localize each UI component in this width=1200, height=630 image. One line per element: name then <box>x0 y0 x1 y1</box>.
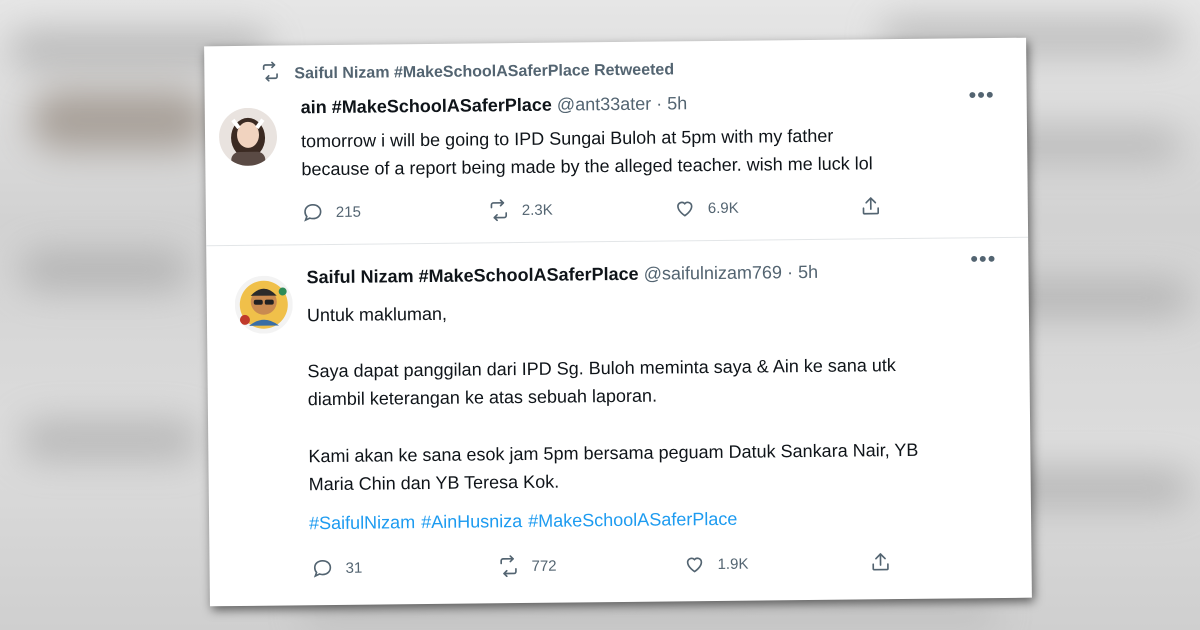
hashtag-link[interactable]: #AinHusniza <box>421 511 522 533</box>
like-button[interactable]: 1.9K <box>683 551 869 575</box>
more-options-icon[interactable]: ••• <box>970 246 996 272</box>
tweet-timestamp[interactable]: 5h <box>667 93 687 113</box>
avatar-ain[interactable] <box>218 107 278 167</box>
tweet-text-paragraph-3: Kami akan ke sana esok jam 5pm bersama p… <box>308 439 919 495</box>
retweet-count: 2.3K <box>521 201 553 219</box>
tweet-text: tomorrow i will be going to IPD Sungai B… <box>300 125 873 180</box>
reply-count: 31 <box>345 559 363 577</box>
share-button[interactable] <box>860 194 1032 218</box>
retweet-count: 772 <box>531 557 557 575</box>
share-icon <box>862 197 880 215</box>
retweet-indicator-icon <box>260 61 280 87</box>
hashtag-link[interactable]: #SaifulNizam <box>309 512 415 534</box>
tweet-actions: 215 2.3K 6.9K <box>302 194 1032 224</box>
retweet-icon <box>500 555 517 578</box>
tweet-text-paragraph-2: Saya dapat panggilan dari IPD Sg. Buloh … <box>307 355 896 410</box>
separator-dot: · <box>656 93 663 114</box>
share-button[interactable] <box>869 549 1031 573</box>
retweet-indicator: Saiful Nizam #MakeSchoolASaferPlace Retw… <box>260 57 674 86</box>
reply-button[interactable]: 215 <box>302 199 488 223</box>
more-options-icon[interactable]: ••• <box>968 82 994 108</box>
heart-icon <box>686 557 703 573</box>
share-icon <box>872 553 889 571</box>
separator-dot: · <box>786 262 794 283</box>
user-handle[interactable]: @ant33ater <box>557 94 652 115</box>
retweet-button[interactable]: 2.3K <box>488 197 674 222</box>
display-name[interactable]: ain #MakeSchoolASaferPlace <box>301 95 552 118</box>
retweet-button[interactable]: 772 <box>497 553 683 578</box>
reply-icon <box>313 559 332 578</box>
hashtag-list: #SaifulNizam #AinHusniza #MakeSchoolASaf… <box>309 509 737 534</box>
heart-icon <box>677 201 693 217</box>
tweet-saiful[interactable]: Saiful Nizam #MakeSchoolASaferPlace @sai… <box>206 238 1032 607</box>
tweet-header: Saiful Nizam #MakeSchoolASaferPlace @sai… <box>306 262 818 288</box>
retweet-label[interactable]: Saiful Nizam #MakeSchoolASaferPlace Retw… <box>294 61 674 83</box>
user-handle[interactable]: @saifulnizam769 <box>644 262 783 283</box>
tweet-card: Saiful Nizam #MakeSchoolASaferPlace Retw… <box>204 37 1032 607</box>
like-button[interactable]: 6.9K <box>674 195 860 219</box>
tweet-timestamp[interactable]: 5h <box>798 262 818 282</box>
reply-count: 215 <box>335 203 361 221</box>
tweet-ain[interactable]: Saiful Nizam #MakeSchoolASaferPlace Retw… <box>204 37 1029 247</box>
reply-button[interactable]: 31 <box>311 555 497 579</box>
hashtag-link[interactable]: #MakeSchoolASaferPlace <box>528 509 737 532</box>
avatar-saiful[interactable] <box>234 275 294 335</box>
tweet-actions: 31 772 1.9K <box>311 549 1031 579</box>
tweet-header: ain #MakeSchoolASaferPlace @ant33ater · … <box>301 93 688 118</box>
tweet-text-paragraph-1: Untuk makluman, <box>306 303 448 326</box>
display-name[interactable]: Saiful Nizam #MakeSchoolASaferPlace <box>306 264 638 287</box>
retweet-icon <box>490 199 508 222</box>
reply-icon <box>304 204 322 222</box>
like-count: 6.9K <box>707 199 739 217</box>
like-count: 1.9K <box>717 555 749 573</box>
